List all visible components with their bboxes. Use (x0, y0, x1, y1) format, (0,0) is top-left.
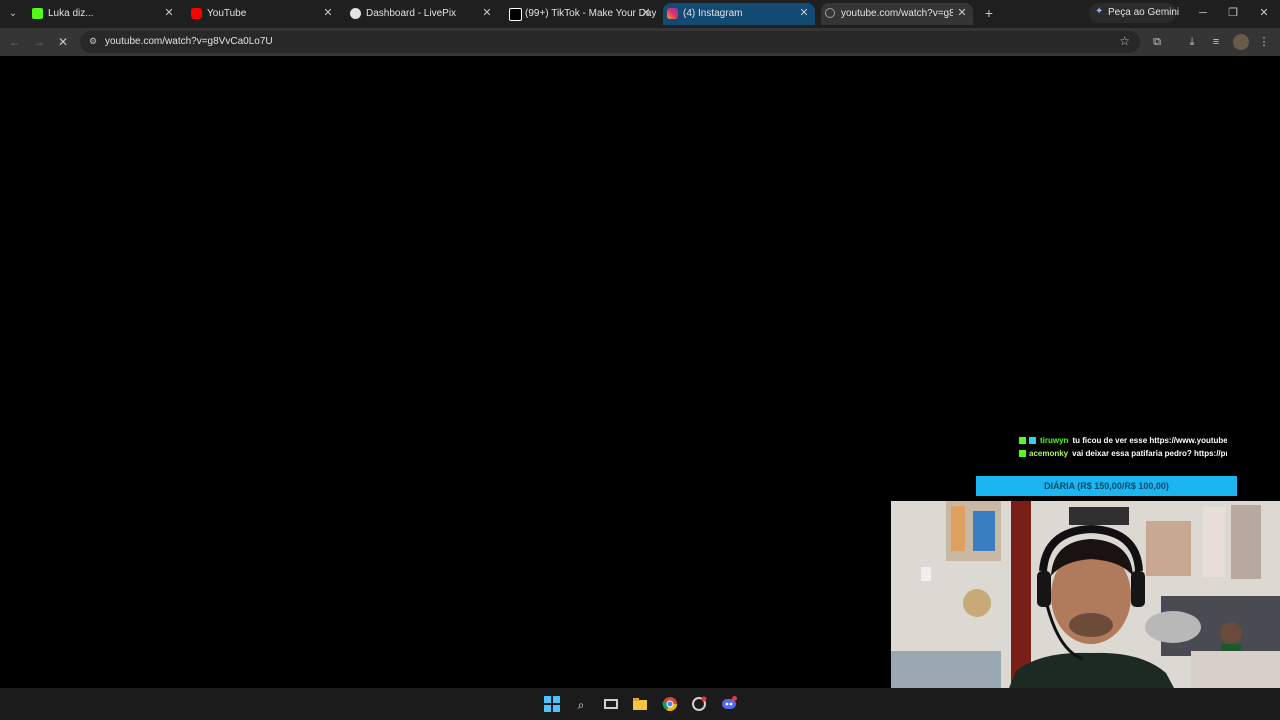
goal-label: DIÁRIA (R$ 150,00/R$ 100,00) (1044, 481, 1169, 491)
address-bar[interactable]: ⚙ youtube.com/watch?v=g8VvCa0Lo7U ☆ (80, 31, 1140, 53)
site-info-icon[interactable]: ⚙ (87, 35, 99, 47)
gemini-label: Peça ao Gemini (1108, 7, 1180, 18)
close-icon[interactable]: ✕ (162, 6, 176, 20)
close-icon[interactable]: ✕ (321, 6, 335, 20)
windows-start-icon[interactable] (543, 696, 561, 714)
browser-toolbar: ← → ✕ ⚙ youtube.com/watch?v=g8VvCa0Lo7U … (0, 28, 1280, 56)
back-icon[interactable]: ← (6, 33, 24, 51)
chat-message: acemonky vai deixar essa patifaria pedro?… (1019, 449, 1227, 462)
bookmark-star-icon[interactable]: ☆ (1119, 34, 1130, 48)
youtube-icon (191, 8, 202, 19)
close-icon[interactable]: ✕ (639, 6, 653, 20)
tab-tiktok[interactable]: (99+) TikTok - Make Your Day ✕ (505, 3, 657, 25)
loading-icon (825, 8, 835, 18)
tab-label: (99+) TikTok - Make Your Day (525, 8, 657, 19)
download-icon[interactable]: ⤓ (1184, 34, 1200, 50)
chat-text: tu ficou de ver esse https://www.youtube… (1072, 436, 1227, 445)
task-view-icon[interactable] (602, 696, 620, 714)
url-text[interactable]: youtube.com/watch?v=g8VvCa0Lo7U (105, 36, 273, 47)
window-close-icon[interactable]: ✕ (1255, 5, 1273, 21)
kick-icon (32, 8, 43, 19)
chat-username: tiruwyn (1040, 436, 1069, 445)
tab-luka[interactable]: Luka diz... ✕ (28, 3, 180, 25)
restore-icon[interactable]: ❐ (1224, 5, 1242, 21)
sparkle-icon: ✦ (1095, 6, 1104, 17)
kick-badge-icon (1019, 450, 1026, 458)
media-control-icon[interactable]: ≡ (1208, 34, 1224, 50)
tab-label: (4) Instagram (683, 8, 743, 19)
tab-strip: ⌄ Luka diz... ✕ YouTube ✕ Dashboard - Li… (0, 0, 1280, 28)
kick-badge-icon (1019, 437, 1026, 445)
taskbar: ⌕ (0, 688, 1280, 720)
forward-icon[interactable]: → (30, 33, 48, 51)
tab-youtube[interactable]: YouTube ✕ (187, 3, 339, 25)
discord-icon[interactable] (720, 696, 738, 714)
close-icon[interactable]: ✕ (797, 6, 811, 20)
new-tab-icon[interactable]: + (981, 5, 997, 21)
search-icon[interactable]: ⌕ (572, 696, 590, 714)
minimize-icon[interactable]: ─ (1194, 5, 1212, 21)
menu-icon[interactable]: ⋮ (1256, 34, 1272, 50)
file-explorer-icon[interactable] (631, 696, 649, 714)
close-icon[interactable]: ✕ (955, 6, 969, 20)
instagram-icon (667, 8, 678, 19)
chat-text: vai deixar essa patifaria pedro? https:/… (1072, 449, 1227, 458)
gemini-button[interactable]: ✦ Peça ao Gemini (1089, 3, 1180, 23)
tab-search-icon[interactable]: ⌄ (4, 5, 22, 23)
tiktok-icon (509, 8, 522, 21)
tab-label: Luka diz... (48, 8, 94, 19)
chat-message: tiruwyn tu ficou de ver esse https://www.… (1019, 436, 1227, 449)
tab-label: youtube.com/watch?v=g8VvCa (841, 8, 953, 19)
donation-goal-bar: DIÁRIA (R$ 150,00/R$ 100,00) (976, 476, 1237, 496)
tab-instagram[interactable]: (4) Instagram ✕ (663, 3, 815, 25)
globe-icon (350, 8, 361, 19)
tab-label: Dashboard - LivePix (366, 8, 457, 19)
subscriber-badge-icon (1029, 437, 1036, 445)
chat-username: acemonky (1029, 449, 1069, 458)
tab-livepix[interactable]: Dashboard - LivePix ✕ (346, 3, 498, 25)
close-icon[interactable]: ✕ (480, 6, 494, 20)
chat-overlay: tiruwyn tu ficou de ver esse https://www.… (1019, 436, 1227, 462)
tab-label: YouTube (207, 8, 247, 19)
app-icon[interactable] (690, 696, 708, 714)
stop-loading-icon[interactable]: ✕ (54, 33, 72, 51)
profile-avatar[interactable] (1233, 34, 1249, 50)
extensions-icon[interactable]: ⧉ (1149, 34, 1165, 50)
tab-youtube-watch[interactable]: youtube.com/watch?v=g8VvCa ✕ (821, 3, 973, 25)
chrome-icon[interactable] (661, 696, 679, 714)
